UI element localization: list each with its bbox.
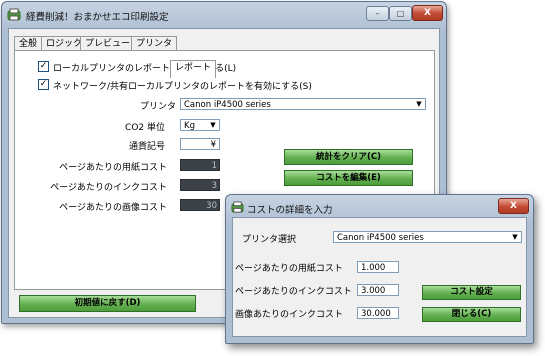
printer-label: プリンタ <box>140 102 177 112</box>
dialog-printer-value: Canon iP4500 series <box>337 233 424 243</box>
close-button[interactable]: X <box>412 5 443 21</box>
co2-unit-select[interactable]: Kg ▼ <box>180 119 220 131</box>
co2-unit-label: CO2 単位 <box>125 123 165 133</box>
dialog-ink-cost-input[interactable]: 3.000 <box>357 284 399 296</box>
dialog-client-area: プリンタ選択 Canon iP4500 series ▼ ページあたりの用紙コス… <box>232 217 527 337</box>
image-cost-label: ページあたりの画像コスト <box>59 203 167 213</box>
printer-select-label: プリンタ選択 <box>242 235 297 245</box>
dialog-ink-cost-label: ページあたりのインクコスト <box>235 287 352 297</box>
maximize-button[interactable]: □ <box>389 6 412 21</box>
currency-input[interactable]: ¥ <box>180 138 220 150</box>
paper-cost-field: 1 <box>180 159 220 171</box>
dialog-close-button[interactable]: X <box>498 198 529 214</box>
app-icon <box>7 8 21 22</box>
dialog-title: コストの詳細を入力 <box>247 205 333 216</box>
set-cost-button[interactable]: コスト設定 <box>422 285 521 300</box>
chevron-down-icon: ▼ <box>210 121 216 129</box>
printer-select-value: Canon iP4500 series <box>184 100 271 110</box>
dialog-paper-cost-input[interactable]: 1.000 <box>357 261 399 273</box>
dialog-close-action-button[interactable]: 閉じる(C) <box>422 307 521 322</box>
dialog-image-ink-label: 画像あたりのインクコスト <box>235 310 344 320</box>
chevron-down-icon: ▼ <box>512 233 518 241</box>
ink-cost-field: 3 <box>180 179 220 191</box>
minimize-button[interactable]: – <box>366 6 389 21</box>
network-report-checkbox[interactable]: ✓ <box>38 79 49 90</box>
reset-defaults-button[interactable]: 初期値に戻す(D) <box>19 295 196 312</box>
paper-cost-label: ページあたりの用紙コスト <box>59 163 167 173</box>
image-cost-field: 30 <box>180 199 220 211</box>
edit-cost-button[interactable]: コストを編集(E) <box>284 170 413 186</box>
currency-label: 通貨記号 <box>128 142 165 152</box>
dialog-image-ink-input[interactable]: 30.000 <box>357 307 399 319</box>
printer-select[interactable]: Canon iP4500 series ▼ <box>180 98 426 110</box>
dialog-paper-cost-label: ページあたりの用紙コスト <box>235 264 343 274</box>
tab-preview[interactable]: プレビュー <box>80 36 136 51</box>
clear-stats-button[interactable]: 統計をクリア(C) <box>284 149 413 165</box>
network-report-label: ネットワーク/共有ローカルプリンタのレポートを有効にする(S) <box>53 82 312 92</box>
tab-report[interactable]: レポート <box>170 60 217 78</box>
dialog-printer-select[interactable]: Canon iP4500 series ▼ <box>333 231 522 243</box>
tab-printer[interactable]: プリンタ <box>131 36 178 51</box>
window-title: 経費削減！おまかせエコ印刷設定 <box>26 12 169 23</box>
local-report-checkbox[interactable]: ✓ <box>38 61 49 72</box>
ink-cost-label: ページあたりのインクコスト <box>50 183 167 193</box>
cost-dialog: コストの詳細を入力 X プリンタ選択 Canon iP4500 series ▼… <box>225 194 534 344</box>
chevron-down-icon: ▼ <box>416 100 422 108</box>
app-icon <box>231 201 244 214</box>
co2-unit-value: Kg <box>184 121 195 131</box>
tab-general[interactable]: 全般 <box>14 36 43 51</box>
